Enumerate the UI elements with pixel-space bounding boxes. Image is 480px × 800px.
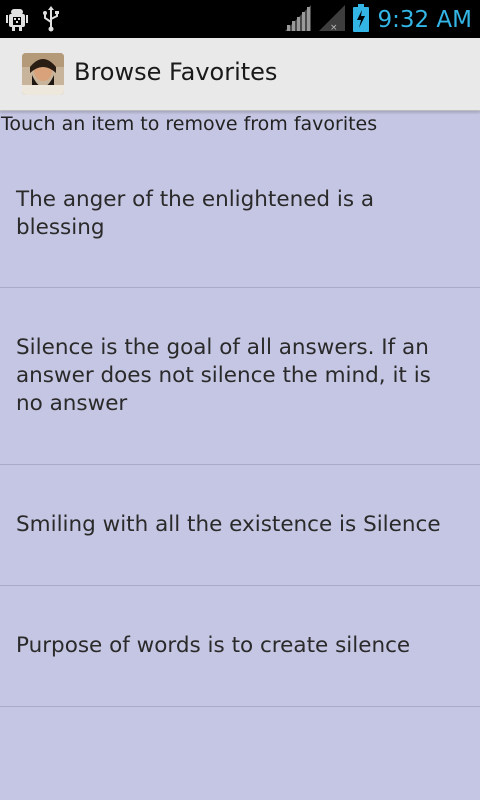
status-time: 9:32 AM: [377, 7, 472, 33]
list-item[interactable]: Silence is the goal of all answers. If a…: [0, 288, 480, 465]
list-item[interactable]: Purpose of words is to create silence: [0, 586, 480, 707]
battery-charging-icon: [353, 4, 370, 36]
favorites-list: The anger of the enlightened is a blessi…: [0, 140, 480, 707]
svg-text:×: ×: [330, 23, 338, 31]
list-item-text: The anger of the enlightened is a blessi…: [16, 186, 375, 240]
action-bar: Browse Favorites: [0, 38, 480, 111]
android-debug-icon: [6, 6, 28, 36]
usb-icon: [42, 6, 60, 36]
list-item[interactable]: The anger of the enlightened is a blessi…: [0, 140, 480, 288]
status-bar: × 9:32 AM: [0, 0, 480, 38]
list-item[interactable]: Smiling with all the existence is Silenc…: [0, 465, 480, 586]
page-title: Browse Favorites: [74, 58, 278, 86]
signal-icon: [285, 5, 312, 35]
signal-no-data-icon: ×: [319, 5, 346, 35]
list-item-text: Smiling with all the existence is Silenc…: [16, 512, 441, 537]
list-item-text: Silence is the goal of all answers. If a…: [16, 335, 431, 416]
list-item-text: Purpose of words is to create silence: [16, 633, 411, 658]
avatar-icon[interactable]: [22, 53, 64, 95]
instruction-text: Touch an item to remove from favorites: [1, 113, 378, 135]
